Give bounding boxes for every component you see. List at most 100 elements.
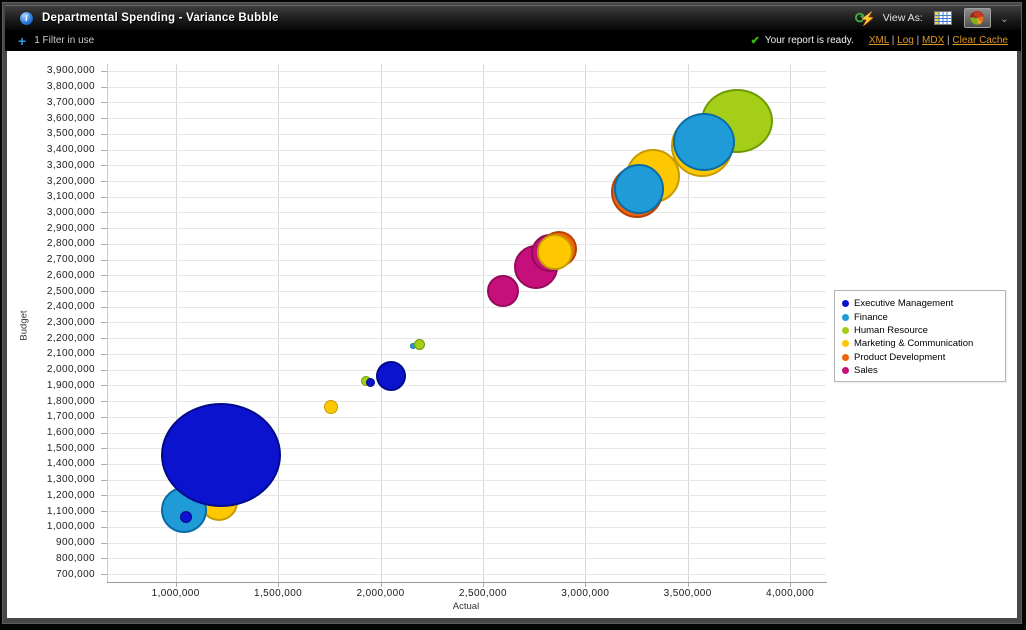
gridline-horizontal xyxy=(107,181,826,182)
y-tick-label: 1,700,000 xyxy=(7,411,95,422)
y-tick-label: 2,600,000 xyxy=(7,270,95,281)
x-tick xyxy=(176,583,177,587)
x-tick xyxy=(585,583,586,587)
x-tick xyxy=(381,583,382,587)
view-as-chart-button[interactable] xyxy=(964,8,991,28)
x-tick-label: 3,500,000 xyxy=(646,588,730,599)
link-log[interactable]: Log xyxy=(897,35,914,46)
gridline-horizontal xyxy=(107,574,826,575)
gridline-horizontal xyxy=(107,71,826,72)
y-tick-label: 3,600,000 xyxy=(7,113,95,124)
y-tick-label: 1,900,000 xyxy=(7,380,95,391)
link-xml[interactable]: XML xyxy=(869,35,889,46)
link-mdx[interactable]: MDX xyxy=(922,35,944,46)
bubble-human_resource[interactable] xyxy=(414,339,425,350)
bubble-sales[interactable] xyxy=(487,275,519,307)
y-tick-label: 3,300,000 xyxy=(7,160,95,171)
legend-item-human_resource[interactable]: Human Resource xyxy=(842,324,1000,337)
legend-dot-marketing xyxy=(842,340,849,347)
y-tick-label: 2,800,000 xyxy=(7,238,95,249)
y-tick-label: 1,400,000 xyxy=(7,458,95,469)
gridline-horizontal xyxy=(107,228,826,229)
y-tick-label: 2,300,000 xyxy=(7,317,95,328)
statusbar-right: ✔ Your report is ready. XML | Log | MDX … xyxy=(751,34,1021,47)
legend-label: Human Resource xyxy=(854,325,928,336)
bubble-marketing[interactable] xyxy=(537,234,573,270)
legend-dot-executive xyxy=(842,300,849,307)
y-axis-line xyxy=(107,64,108,582)
y-tick-label: 2,400,000 xyxy=(7,301,95,312)
report-title: Departmental Spending - Variance Bubble xyxy=(42,12,279,24)
bubble-marketing[interactable] xyxy=(324,400,338,414)
legend-item-marketing[interactable]: Marketing & Communication xyxy=(842,337,1000,350)
gridline-horizontal xyxy=(107,212,826,213)
gridline-horizontal xyxy=(107,260,826,261)
statusbar-links: XML | Log | MDX | Clear Cache xyxy=(869,35,1008,46)
x-tick xyxy=(483,583,484,587)
legend-dot-human_resource xyxy=(842,327,849,334)
chevron-down-icon[interactable]: ⌄ xyxy=(1000,12,1009,25)
x-tick-label: 2,000,000 xyxy=(339,588,423,599)
x-axis-title: Actual xyxy=(424,601,508,612)
report-ready-label: Your report is ready. xyxy=(765,35,854,46)
link-separator: | xyxy=(914,35,922,46)
y-tick-label: 800,000 xyxy=(7,553,95,564)
bubble-executive[interactable] xyxy=(376,361,406,391)
legend-item-executive[interactable]: Executive Management xyxy=(842,297,1000,310)
legend-item-product_dev[interactable]: Product Development xyxy=(842,351,1000,364)
y-tick-label: 3,800,000 xyxy=(7,81,95,92)
gridline-horizontal xyxy=(107,558,826,559)
y-tick-label: 3,100,000 xyxy=(7,191,95,202)
y-tick-label: 2,200,000 xyxy=(7,333,95,344)
legend: Executive Management Finance Human Resourc… xyxy=(834,290,1006,382)
refresh-data-icon[interactable]: ⟳ ⚡ xyxy=(855,9,873,27)
add-filter-icon[interactable]: + xyxy=(18,36,26,46)
bubble-finance[interactable] xyxy=(614,164,664,214)
y-tick-label: 1,000,000 xyxy=(7,521,95,532)
y-tick-label: 1,800,000 xyxy=(7,396,95,407)
legend-dot-sales xyxy=(842,367,849,374)
gridline-horizontal xyxy=(107,543,826,544)
y-tick-label: 900,000 xyxy=(7,537,95,548)
gridline-horizontal xyxy=(107,197,826,198)
y-tick-label: 3,000,000 xyxy=(7,207,95,218)
lightning-icon: ⚡ xyxy=(860,11,876,27)
view-as-label: View As: xyxy=(883,12,923,24)
link-clear-cache[interactable]: Clear Cache xyxy=(952,35,1008,46)
legend-label: Sales xyxy=(854,365,878,376)
bubble-executive[interactable] xyxy=(161,403,281,507)
gridline-horizontal xyxy=(107,322,826,323)
bubble-executive[interactable] xyxy=(366,378,375,387)
pie-chart-icon xyxy=(970,11,984,25)
chart-area: Budget Actual Executive ManagementFinanc… xyxy=(7,51,1017,618)
y-tick-label: 2,000,000 xyxy=(7,364,95,375)
link-separator: | xyxy=(889,35,897,46)
y-tick-label: 2,500,000 xyxy=(7,286,95,297)
titlebar-controls: ⟳ ⚡ View As: ⌄ xyxy=(855,8,1021,28)
legend-label: Finance xyxy=(854,312,888,323)
y-tick-label: 1,500,000 xyxy=(7,443,95,454)
y-tick-label: 3,900,000 xyxy=(7,65,95,76)
gridline-horizontal xyxy=(107,275,826,276)
bubble-finance[interactable] xyxy=(673,113,735,171)
view-as-table-button[interactable] xyxy=(930,8,957,28)
y-tick-label: 3,400,000 xyxy=(7,144,95,155)
x-tick xyxy=(278,583,279,587)
y-tick-label: 2,900,000 xyxy=(7,223,95,234)
x-tick xyxy=(688,583,689,587)
x-tick-label: 2,500,000 xyxy=(441,588,525,599)
gridline-horizontal xyxy=(107,244,826,245)
y-tick-label: 3,700,000 xyxy=(7,97,95,108)
gridline-horizontal xyxy=(107,370,826,371)
x-axis-line xyxy=(107,582,827,583)
legend-item-finance[interactable]: Finance xyxy=(842,310,1000,323)
legend-dot-finance xyxy=(842,314,849,321)
legend-item-sales[interactable]: Sales xyxy=(842,364,1000,377)
gridline-horizontal xyxy=(107,307,826,308)
legend-dot-product_dev xyxy=(842,354,849,361)
x-tick-label: 1,500,000 xyxy=(236,588,320,599)
filter-in-use-label: 1 Filter in use xyxy=(34,35,94,46)
y-tick-label: 3,200,000 xyxy=(7,176,95,187)
y-tick-label: 700,000 xyxy=(7,569,95,580)
info-icon[interactable]: i xyxy=(20,12,33,25)
